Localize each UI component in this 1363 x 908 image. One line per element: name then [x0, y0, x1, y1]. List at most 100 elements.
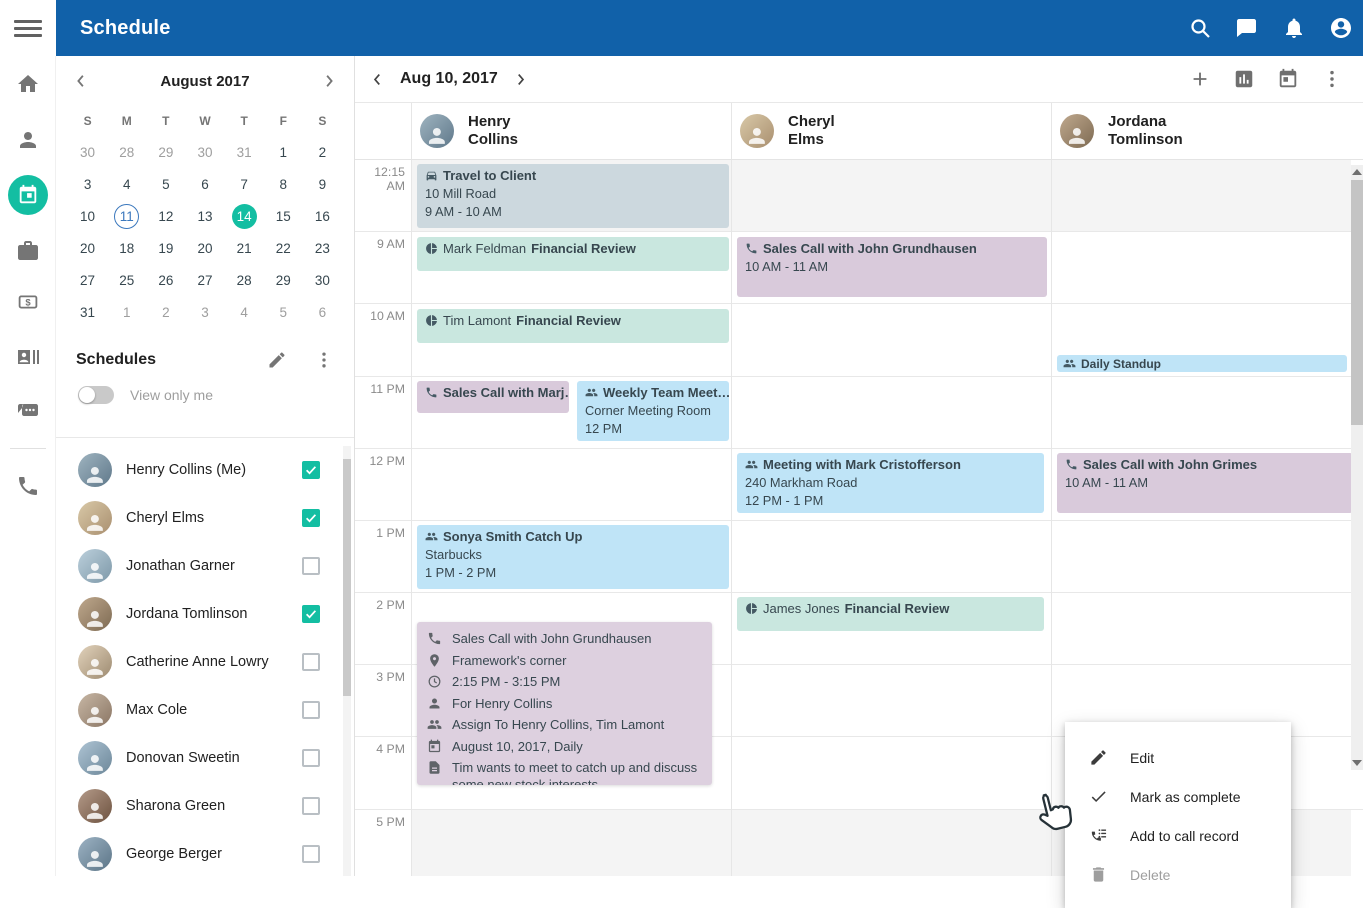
mini-cal-day[interactable]: 10	[68, 200, 107, 232]
mini-cal-day[interactable]: 27	[68, 264, 107, 296]
scroll-up-arrow[interactable]	[1352, 169, 1362, 175]
main-scrollbar[interactable]	[1351, 165, 1363, 770]
schedule-nav-active[interactable]	[8, 175, 48, 215]
mini-cal-day[interactable]: 3	[68, 168, 107, 200]
mini-cal-day[interactable]: 5	[264, 296, 303, 328]
mini-cal-day[interactable]: 30	[68, 136, 107, 168]
checkbox-checked[interactable]	[302, 509, 320, 527]
list-item-sharona[interactable]: Sharona Green	[56, 782, 354, 830]
list-item-george[interactable]: George Berger	[56, 830, 354, 876]
mini-cal-day[interactable]: 31	[225, 136, 264, 168]
list-item-jonathan[interactable]: Jonathan Garner	[56, 542, 354, 590]
mini-cal-day[interactable]: 30	[185, 136, 224, 168]
mini-cal-day-today[interactable]: 14	[225, 200, 264, 232]
list-item-cheryl[interactable]: Cheryl Elms	[56, 494, 354, 542]
event-sales-call-grundhausen[interactable]: Sales Call with John Grundhausen 10 AM -…	[737, 237, 1047, 297]
mini-cal-day[interactable]: 9	[303, 168, 342, 200]
add-icon[interactable]	[1189, 68, 1211, 90]
checkbox-unchecked[interactable]	[302, 797, 320, 815]
mini-cal-day[interactable]: 4	[225, 296, 264, 328]
event-expanded-sales-call[interactable]: Sales Call with John Grundhausen Framewo…	[417, 622, 712, 785]
list-item-donovan[interactable]: Donovan Sweetin	[56, 734, 354, 782]
event-james-jones-review[interactable]: James JonesFinancial Review	[737, 597, 1044, 631]
mini-cal-day[interactable]: 23	[303, 232, 342, 264]
scroll-down-arrow[interactable]	[1352, 760, 1362, 766]
mini-cal-day[interactable]: 5	[146, 168, 185, 200]
mini-cal-day[interactable]: 22	[264, 232, 303, 264]
phone-icon[interactable]	[16, 474, 40, 498]
mini-cal-day[interactable]: 29	[146, 136, 185, 168]
mini-cal-day-selected[interactable]: 11	[107, 200, 146, 232]
mini-cal-day[interactable]: 7	[225, 168, 264, 200]
event-tim-lamont-review[interactable]: Tim LamontFinancial Review	[417, 309, 729, 343]
list-item-catherine[interactable]: Catherine Anne Lowry	[56, 638, 354, 686]
checkbox-unchecked[interactable]	[302, 749, 320, 767]
messages-icon[interactable]	[16, 400, 40, 424]
edit-schedules-icon[interactable]	[267, 350, 287, 370]
event-sales-call-marj[interactable]: Sales Call with Marj…	[417, 381, 569, 413]
event-sonya-smith-catchup[interactable]: Sonya Smith Catch Up Starbucks 1 PM - 2 …	[417, 525, 729, 589]
mini-cal-day[interactable]: 29	[264, 264, 303, 296]
mini-cal-day[interactable]: 8	[264, 168, 303, 200]
event-daily-standup[interactable]: Daily Standup	[1057, 355, 1347, 372]
mini-cal-day[interactable]: 25	[107, 264, 146, 296]
mini-cal-day[interactable]: 6	[303, 296, 342, 328]
scroll-thumb[interactable]	[1351, 180, 1363, 425]
prev-month-button[interactable]	[72, 72, 90, 90]
mini-cal-day[interactable]: 2	[146, 296, 185, 328]
mini-cal-day[interactable]: 21	[225, 232, 264, 264]
view-only-me-toggle[interactable]	[78, 386, 114, 404]
prev-day-button[interactable]	[369, 71, 386, 88]
mini-cal-day[interactable]: 30	[303, 264, 342, 296]
mini-cal-day[interactable]: 18	[107, 232, 146, 264]
mini-cal-day[interactable]: 28	[225, 264, 264, 296]
event-sales-call-grimes[interactable]: Sales Call with John Grimes 10 AM - 11 A…	[1057, 453, 1353, 513]
mini-cal-day[interactable]: 13	[185, 200, 224, 232]
mini-cal-day[interactable]: 20	[185, 232, 224, 264]
column-header-cheryl[interactable]: CherylElms	[731, 103, 1051, 159]
list-item-max[interactable]: Max Cole	[56, 686, 354, 734]
contacts-person-icon[interactable]	[16, 128, 40, 152]
mini-cal-day[interactable]: 15	[264, 200, 303, 232]
schedules-kebab-icon[interactable]	[314, 350, 334, 370]
chart-icon[interactable]	[1233, 68, 1255, 90]
mini-cal-day[interactable]: 31	[68, 296, 107, 328]
notifications-icon[interactable]	[1282, 16, 1306, 40]
checkbox-checked[interactable]	[302, 605, 320, 623]
briefcase-icon[interactable]	[16, 239, 40, 263]
home-icon[interactable]	[16, 72, 40, 96]
menu-button[interactable]	[0, 0, 56, 56]
mini-cal-day[interactable]: 4	[107, 168, 146, 200]
event-weekly-team-meeting[interactable]: Weekly Team Meet… Corner Meeting Room 12…	[577, 381, 729, 441]
next-month-button[interactable]	[320, 72, 338, 90]
checkbox-unchecked[interactable]	[302, 701, 320, 719]
contact-cards-icon[interactable]	[16, 345, 40, 369]
event-meeting-cristofferson[interactable]: Meeting with Mark Cristofferson 240 Mark…	[737, 453, 1044, 513]
mini-cal-day[interactable]: 1	[107, 296, 146, 328]
list-item-jordana[interactable]: Jordana Tomlinson	[56, 590, 354, 638]
menu-item-add-call-record[interactable]: Add to call record	[1065, 816, 1291, 855]
event-mark-feldman-review[interactable]: Mark FeldmanFinancial Review	[417, 237, 729, 271]
menu-item-mark-complete[interactable]: Mark as complete	[1065, 777, 1291, 816]
next-day-button[interactable]	[512, 71, 529, 88]
mini-cal-day[interactable]: 28	[107, 136, 146, 168]
mini-cal-day[interactable]: 19	[146, 232, 185, 264]
column-header-jordana[interactable]: JordanaTomlinson	[1051, 103, 1363, 159]
mini-cal-day[interactable]: 1	[264, 136, 303, 168]
event-travel-to-client[interactable]: Travel to Client 10 Mill Road 9 AM - 10 …	[417, 164, 729, 228]
checkbox-unchecked[interactable]	[302, 653, 320, 671]
mini-cal-day[interactable]: 20	[68, 232, 107, 264]
kebab-icon[interactable]	[1321, 68, 1343, 90]
mini-cal-day[interactable]: 3	[185, 296, 224, 328]
checkbox-unchecked[interactable]	[302, 845, 320, 863]
list-item-henry[interactable]: Henry Collins (Me)	[56, 446, 354, 494]
mini-cal-day[interactable]: 12	[146, 200, 185, 232]
list-scrollbar[interactable]	[343, 446, 351, 876]
checkbox-unchecked[interactable]	[302, 557, 320, 575]
chat-icon[interactable]	[1235, 16, 1259, 40]
column-header-henry[interactable]: HenryCollins	[411, 103, 731, 159]
mini-cal-day[interactable]: 2	[303, 136, 342, 168]
calendar-today-icon[interactable]	[1277, 68, 1299, 90]
mini-cal-day[interactable]: 16	[303, 200, 342, 232]
mini-cal-day[interactable]: 6	[185, 168, 224, 200]
